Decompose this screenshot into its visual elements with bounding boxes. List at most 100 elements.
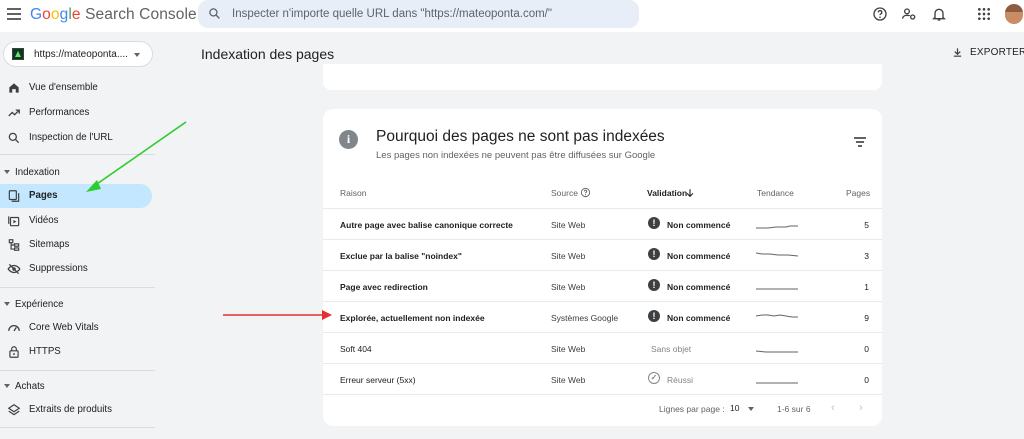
sidebar-item-label: Sitemaps bbox=[29, 239, 70, 250]
table-row[interactable]: Autre page avec balise canonique correct… bbox=[323, 209, 882, 239]
sidebar-item-product-snippets[interactable]: Extraits de produits bbox=[0, 398, 152, 422]
caret-down-icon bbox=[4, 170, 10, 174]
property-label: https://mateoponta.... bbox=[34, 49, 128, 60]
pages-icon bbox=[8, 190, 20, 202]
sidebar-item-label: HTTPS bbox=[29, 346, 61, 357]
layers-icon bbox=[7, 404, 21, 416]
caret-down-icon bbox=[4, 384, 10, 388]
sidebar-item-performance[interactable]: Performances bbox=[0, 101, 152, 125]
divider bbox=[0, 154, 155, 155]
divider bbox=[0, 370, 155, 371]
sidebar-item-videos[interactable]: Vidéos bbox=[0, 209, 152, 233]
table-row[interactable]: Erreur serveur (5xx) Site Web ✓ Réussi 0 bbox=[323, 364, 882, 394]
row-reason: Soft 404 bbox=[340, 344, 372, 354]
trend-sparkline bbox=[756, 252, 798, 257]
help-icon[interactable] bbox=[580, 187, 591, 198]
pagination: Lignes par page : 10 1-6 sur 6 ‹ › bbox=[323, 399, 882, 419]
row-pages: 0 bbox=[864, 344, 869, 354]
section-label: Indexation bbox=[15, 167, 60, 178]
chart-card bbox=[323, 64, 882, 90]
menu-icon[interactable] bbox=[7, 8, 21, 22]
not-indexed-reasons-card: i Pourquoi des pages ne sont pas indexée… bbox=[323, 109, 882, 426]
download-icon bbox=[953, 48, 962, 57]
site-favicon-icon bbox=[12, 48, 24, 60]
avatar[interactable] bbox=[1005, 4, 1023, 24]
previous-page-button[interactable]: ‹ bbox=[831, 402, 835, 414]
table-row[interactable]: Page avec redirection Site Web ! Non com… bbox=[323, 271, 882, 301]
manage-users-icon[interactable] bbox=[901, 6, 917, 22]
search-icon bbox=[8, 132, 20, 144]
divider bbox=[0, 287, 155, 288]
chevron-down-icon[interactable] bbox=[748, 407, 754, 411]
row-pages: 1 bbox=[864, 282, 869, 292]
info-icon: i bbox=[339, 130, 358, 149]
sidebar-item-overview[interactable]: Vue d'ensemble bbox=[0, 76, 152, 100]
help-icon[interactable] bbox=[872, 6, 888, 22]
row-pages: 9 bbox=[864, 313, 869, 323]
logo-letter: o bbox=[50, 6, 60, 23]
divider bbox=[323, 394, 882, 395]
trend-sparkline bbox=[756, 314, 798, 318]
sidebar-item-label: Vue d'ensemble bbox=[29, 82, 98, 93]
exclamation-circle-icon: ! bbox=[648, 279, 660, 291]
filter-icon[interactable] bbox=[854, 137, 866, 147]
apps-grid-icon[interactable] bbox=[976, 6, 992, 22]
sidebar-item-removals[interactable]: Suppressions bbox=[0, 257, 152, 281]
section-label: Achats bbox=[15, 381, 45, 392]
sidebar-item-pages[interactable]: Pages bbox=[0, 184, 152, 208]
trend-sparkline bbox=[756, 225, 798, 229]
rows-per-page-select[interactable]: 10 bbox=[730, 403, 739, 413]
app-logo[interactable]: Google Search Console bbox=[30, 6, 197, 24]
row-reason: Erreur serveur (5xx) bbox=[340, 375, 416, 385]
table-row[interactable]: Soft 404 Site Web Sans objet 0 bbox=[323, 333, 882, 363]
notifications-icon[interactable] bbox=[931, 6, 947, 22]
sidebar-item-core-web-vitals[interactable]: Core Web Vitals bbox=[0, 316, 152, 340]
page-title: Indexation des pages bbox=[201, 46, 335, 62]
column-header-validation[interactable]: Validation bbox=[647, 188, 687, 198]
exclamation-circle-icon: ! bbox=[648, 217, 660, 229]
column-header-reason[interactable]: Raison bbox=[340, 188, 366, 198]
exclamation-circle-icon: ! bbox=[648, 248, 660, 260]
home-icon bbox=[9, 83, 19, 93]
sidebar-item-label: Inspection de l'URL bbox=[29, 132, 113, 143]
red-arrow bbox=[223, 310, 332, 320]
row-validation: Réussi bbox=[667, 375, 693, 385]
sidebar: https://mateoponta.... Vue d'ensemble Pe… bbox=[0, 32, 160, 439]
arrow-down-icon[interactable] bbox=[685, 188, 695, 198]
logo-letter: G bbox=[30, 6, 43, 23]
search-input[interactable] bbox=[232, 4, 622, 24]
url-inspection-search[interactable] bbox=[198, 0, 639, 28]
row-source: Site Web bbox=[551, 251, 586, 261]
row-source: Systèmes Google bbox=[551, 313, 619, 323]
gauge-icon bbox=[8, 325, 20, 332]
pagination-range: 1-6 sur 6 bbox=[777, 404, 811, 414]
row-source: Site Web bbox=[551, 344, 586, 354]
row-pages: 3 bbox=[864, 251, 869, 261]
property-selector[interactable]: https://mateoponta.... bbox=[3, 41, 153, 67]
sidebar-item-label: Vidéos bbox=[29, 215, 59, 226]
trending-up-icon bbox=[8, 109, 20, 117]
next-page-button[interactable]: › bbox=[859, 402, 863, 414]
logo-letter: o bbox=[42, 6, 51, 23]
check-circle-icon: ✓ bbox=[648, 372, 660, 384]
section-experience[interactable]: Expérience bbox=[0, 295, 150, 315]
divider bbox=[0, 427, 155, 428]
column-header-source[interactable]: Source bbox=[551, 188, 578, 198]
column-header-trend: Tendance bbox=[757, 188, 794, 198]
row-source: Site Web bbox=[551, 220, 586, 230]
section-shopping[interactable]: Achats bbox=[0, 377, 150, 397]
search-icon bbox=[209, 8, 220, 19]
export-button[interactable]: EXPORTER bbox=[952, 47, 1024, 58]
row-reason: Autre page avec balise canonique correct… bbox=[340, 220, 513, 230]
column-header-pages: Pages bbox=[846, 188, 871, 198]
sidebar-item-url-inspection[interactable]: Inspection de l'URL bbox=[0, 126, 152, 150]
row-reason: Exclue par la balise "noindex" bbox=[340, 251, 462, 261]
row-pages: 5 bbox=[864, 220, 869, 230]
sidebar-item-sitemaps[interactable]: Sitemaps bbox=[0, 233, 152, 257]
section-indexation[interactable]: Indexation bbox=[0, 163, 150, 183]
table-row[interactable]: Exclue par la balise "noindex" Site Web … bbox=[323, 240, 882, 270]
sitemap-icon bbox=[8, 239, 20, 251]
sidebar-item-https[interactable]: HTTPS bbox=[0, 340, 152, 364]
row-reason: Page avec redirection bbox=[340, 282, 428, 292]
table-row[interactable]: Explorée, actuellement non indexée Systè… bbox=[323, 302, 882, 332]
